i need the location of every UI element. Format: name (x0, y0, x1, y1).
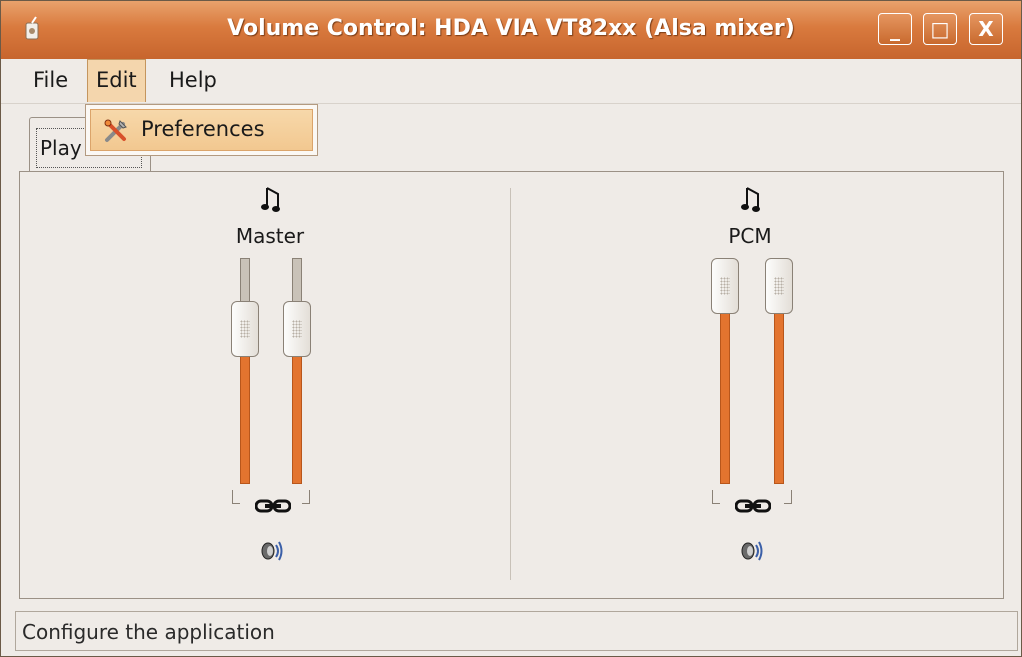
lock-bracket-left (712, 490, 720, 504)
music-note-icon (261, 187, 280, 212)
pcm-left-level-fill (720, 286, 730, 484)
speaker-icon[interactable] (260, 538, 284, 564)
edit-menu-dropdown: Preferences (85, 104, 318, 156)
menu-help[interactable]: Help (161, 59, 225, 101)
mixer-panel: Master PCM (19, 171, 1004, 599)
preferences-tools-icon (104, 119, 127, 142)
pcm-right-slider-handle[interactable] (765, 258, 793, 314)
master-left-slider[interactable] (240, 258, 250, 484)
title-bar[interactable]: Volume Control: HDA VIA VT82xx (Alsa mix… (1, 1, 1021, 60)
lock-bracket-left (232, 490, 240, 504)
channel-separator (510, 188, 511, 580)
channel-label: PCM (728, 224, 772, 248)
minimize-icon: _ (890, 17, 900, 41)
lock-bracket-right (302, 490, 310, 504)
menu-item-label: Preferences (141, 117, 265, 141)
menu-file[interactable]: File (25, 59, 76, 101)
volume-control-window: Volume Control: HDA VIA VT82xx (Alsa mix… (0, 0, 1022, 657)
menu-edit[interactable]: Edit (87, 59, 146, 102)
chain-lock-icon[interactable] (255, 498, 291, 514)
pcm-left-slider-handle[interactable] (711, 258, 739, 314)
music-note-icon (741, 187, 760, 212)
chain-lock-icon[interactable] (735, 498, 771, 514)
close-icon: X (978, 17, 994, 41)
master-left-slider-handle[interactable] (231, 300, 259, 357)
menu-bar: File Edit Help (1, 59, 1021, 104)
status-text: Configure the application (22, 620, 275, 644)
master-right-slider[interactable] (292, 258, 302, 484)
lock-bracket-right (784, 490, 792, 504)
channel-pcm: PCM (650, 172, 850, 592)
channel-label: Master (235, 224, 305, 248)
maximize-button[interactable]: □ (923, 13, 957, 45)
minimize-button[interactable]: _ (878, 13, 912, 45)
window-title: Volume Control: HDA VIA VT82xx (Alsa mix… (227, 16, 795, 41)
tab-label: Play (40, 136, 82, 160)
channel-master: Master (170, 172, 370, 592)
menu-item-preferences[interactable]: Preferences (90, 109, 313, 151)
pcm-right-level-fill (774, 286, 784, 484)
maximize-icon: □ (930, 17, 950, 41)
close-button[interactable]: X (969, 13, 1003, 45)
master-right-slider-handle[interactable] (283, 300, 311, 357)
status-bar: Configure the application (15, 611, 1018, 651)
speaker-icon[interactable] (740, 538, 764, 564)
